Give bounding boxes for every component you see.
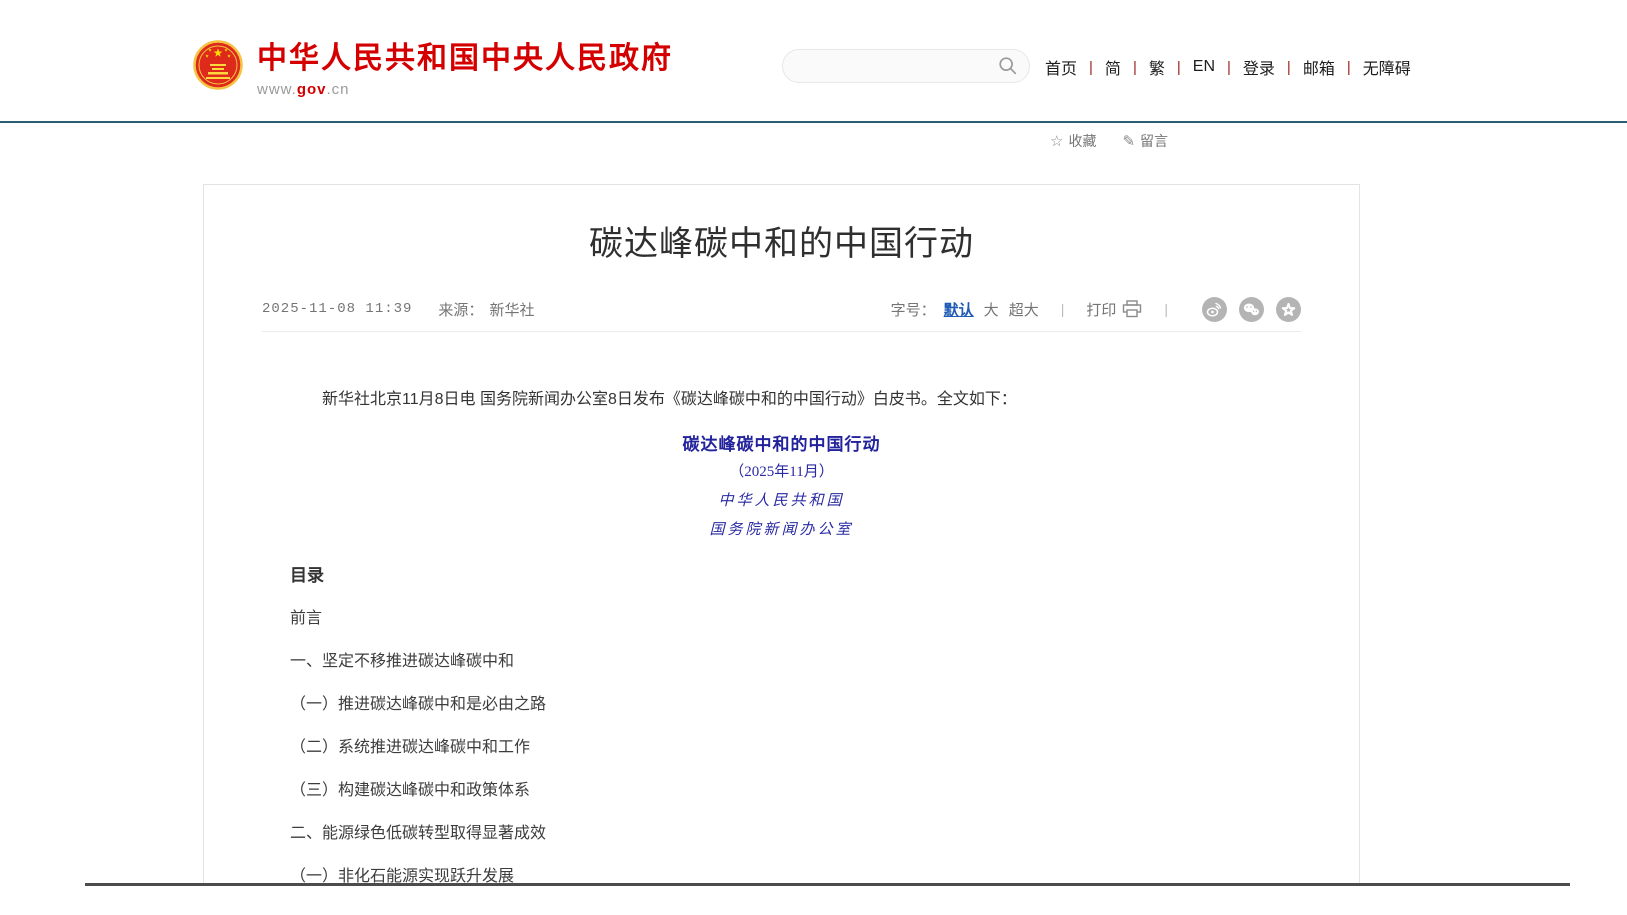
document-org-line1: 中华人民共和国 (290, 489, 1273, 510)
font-size-xlarge-button[interactable]: 超大 (1009, 299, 1039, 320)
favorite-label: 收藏 (1068, 131, 1096, 151)
article-meta-right: 字号： 默认 大 超大 | 打印 | (891, 297, 1301, 322)
site-url-gov: gov (297, 81, 327, 98)
document-date: （2025年11月） (290, 460, 1273, 482)
favorite-button[interactable]: ☆ 收藏 (1050, 131, 1096, 151)
toc-item: （一）推进碳达峰碳中和是必由之路 (290, 690, 1273, 712)
nav-mail[interactable]: 邮箱 (1291, 55, 1347, 79)
pencil-icon: ✎ (1122, 132, 1135, 150)
site-header: 中华人民共和国中央人民政府 www.gov.cn 首页| 简| 繁| EN| 登… (0, 0, 1627, 121)
article-title: 碳达峰碳中和的中国行动 (204, 221, 1359, 267)
lead-paragraph: 新华社北京11月8日电 国务院新闻办公室8日发布《碳达峰碳中和的中国行动》白皮书… (290, 386, 1273, 413)
page-actions: ☆ 收藏 ✎ 留言 (1050, 131, 1194, 151)
meta-separator: | (1164, 301, 1168, 317)
article-meta-row: 2025-11-08 11:39 来源： 新华社 字号： 默认 大 超大 | 打… (204, 297, 1359, 321)
source-label: 来源： (438, 299, 483, 320)
star-icon: ☆ (1050, 132, 1063, 150)
print-button[interactable]: 打印 (1086, 299, 1142, 320)
nav-home[interactable]: 首页 (1045, 55, 1089, 79)
top-nav: 首页| 简| 繁| EN| 登录| 邮箱| 无障碍 (1045, 55, 1423, 79)
article-card: 碳达峰碳中和的中国行动 2025-11-08 11:39 来源： 新华社 字号：… (203, 184, 1360, 884)
national-emblem-icon (193, 40, 243, 90)
source-value[interactable]: 新华社 (489, 299, 534, 320)
share-icons (1190, 297, 1301, 322)
weibo-share-icon[interactable] (1202, 297, 1227, 322)
site-title: 中华人民共和国中央人民政府 (257, 42, 673, 76)
comment-label: 留言 (1140, 131, 1168, 151)
site-brand[interactable]: 中华人民共和国中央人民政府 www.gov.cn (193, 40, 673, 98)
font-size-default-button[interactable]: 默认 (944, 299, 974, 320)
document-title: 碳达峰碳中和的中国行动 (290, 430, 1273, 454)
toc-item: （二）系统推进碳达峰碳中和工作 (290, 733, 1273, 755)
bottom-divider (85, 883, 1570, 886)
font-size-label: 字号： (891, 299, 936, 320)
meta-divider (262, 331, 1301, 332)
nav-english[interactable]: EN (1181, 58, 1227, 76)
font-size-large-button[interactable]: 大 (984, 299, 999, 320)
toc-heading: 目录 (290, 561, 1273, 585)
favorite-share-icon[interactable] (1276, 297, 1301, 322)
wechat-share-icon[interactable] (1239, 297, 1264, 322)
site-url-cn: .cn (327, 81, 350, 98)
nav-simplified[interactable]: 简 (1093, 55, 1133, 79)
comment-button[interactable]: ✎ 留言 (1122, 131, 1168, 151)
article-date: 2025-11-08 11:39 (262, 301, 412, 317)
search-icon[interactable] (997, 55, 1019, 77)
printer-icon (1122, 300, 1142, 318)
toc-item: 二、能源绿色低碳转型取得显著成效 (290, 819, 1273, 841)
search-box[interactable] (782, 49, 1030, 83)
nav-traditional[interactable]: 繁 (1137, 55, 1177, 79)
print-label: 打印 (1086, 299, 1116, 320)
nav-login[interactable]: 登录 (1231, 55, 1287, 79)
meta-separator: | (1061, 301, 1065, 317)
search-input[interactable] (783, 51, 997, 81)
toc-item: （一）非化石能源实现跃升发展 (290, 862, 1273, 884)
nav-accessibility[interactable]: 无障碍 (1351, 55, 1423, 79)
document-org-line2: 国务院新闻办公室 (290, 518, 1273, 539)
toc-intro: 前言 (290, 604, 1273, 626)
toc-item: （三）构建碳达峰碳中和政策体系 (290, 776, 1273, 798)
site-url-www: www. (257, 81, 297, 98)
site-url: www.gov.cn (257, 81, 673, 98)
header-divider (0, 121, 1627, 123)
article-meta-left: 2025-11-08 11:39 来源： 新华社 (262, 299, 534, 320)
article-content: 新华社北京11月8日电 国务院新闻办公室8日发布《碳达峰碳中和的中国行动》白皮书… (204, 386, 1359, 884)
toc-item: 一、坚定不移推进碳达峰碳中和 (290, 647, 1273, 669)
